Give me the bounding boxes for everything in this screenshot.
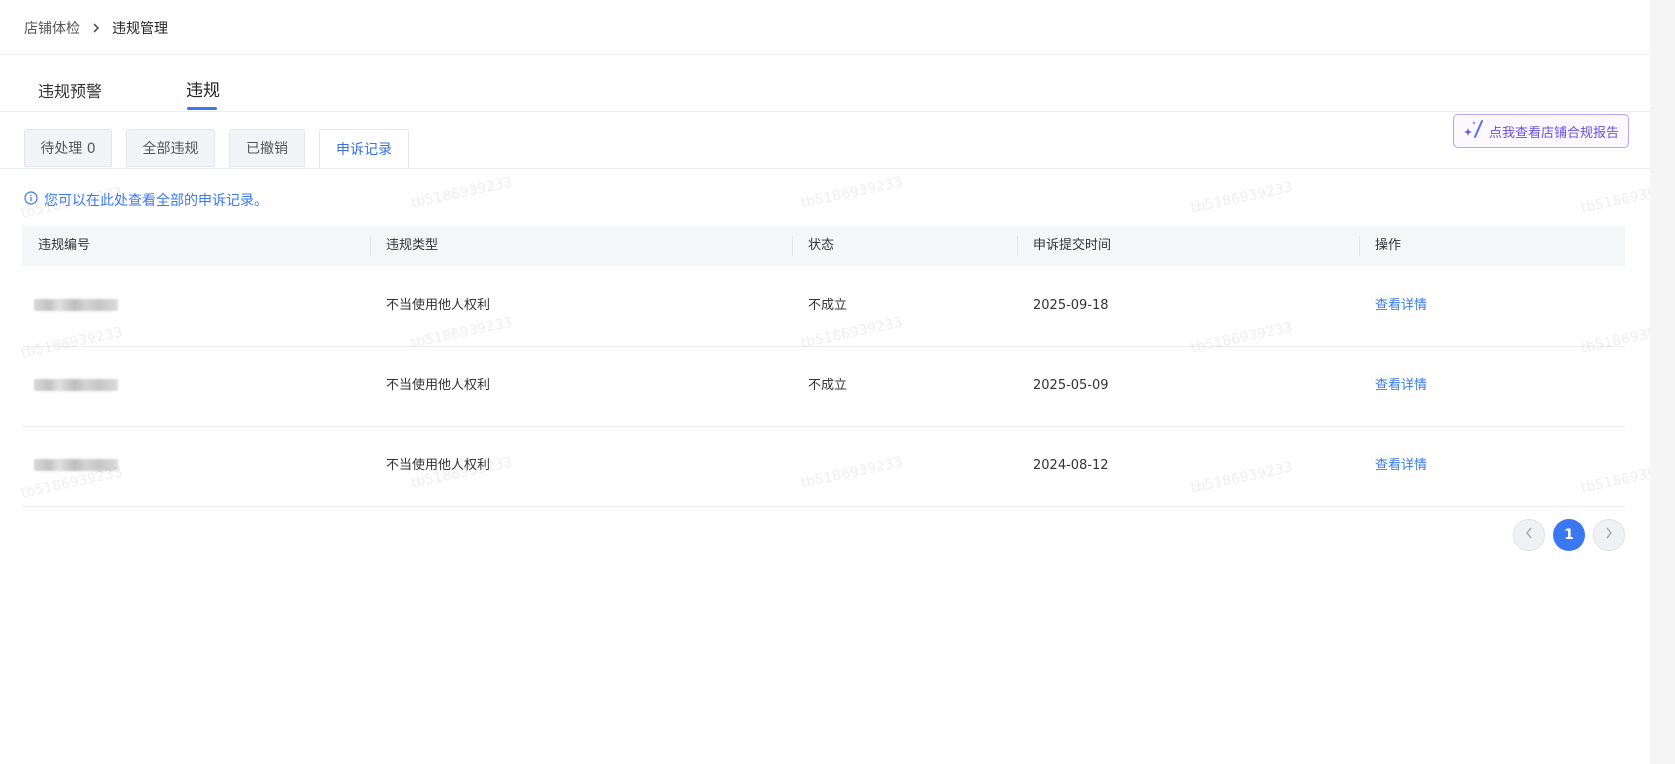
- info-notice: 您可以在此处查看全部的申诉记录。: [24, 190, 268, 210]
- violation-type: 不当使用他人权利: [386, 458, 491, 473]
- column-header-status: 状态: [808, 238, 835, 253]
- sparkle-icon: [1463, 119, 1485, 143]
- submit-time: 2024-08-12: [1033, 458, 1109, 473]
- tab-violation[interactable]: 违规: [186, 76, 220, 101]
- tab-active-indicator: [187, 107, 217, 110]
- page: 店铺体检 违规管理 违规预警 违规 待处理 0 全部违规 已撤销 申诉记录 点我…: [0, 0, 1675, 764]
- violation-status: 不成立: [808, 378, 848, 393]
- info-icon: [24, 191, 38, 209]
- table-row: 不当使用他人权利 不成立 2025-05-09 查看详情: [22, 346, 1625, 427]
- tabs-divider: [0, 111, 1650, 112]
- header-divider: [0, 54, 1650, 55]
- violation-type: 不当使用他人权利: [386, 378, 491, 393]
- view-details-link[interactable]: 查看详情: [1375, 346, 1427, 426]
- submit-time: 2025-09-18: [1033, 298, 1109, 313]
- submit-time: 2025-05-09: [1033, 378, 1109, 393]
- watermark: tb5186939233: [409, 174, 514, 212]
- watermark: tb5186939233: [1189, 179, 1294, 217]
- view-details-link[interactable]: 查看详情: [1375, 426, 1427, 506]
- chevron-right-icon: [92, 23, 100, 33]
- vertical-scrollbar-track[interactable]: [1650, 0, 1675, 764]
- table-row: 不当使用他人权利 不成立 2025-09-18 查看详情: [22, 266, 1625, 347]
- pagination-prev-button[interactable]: [1513, 519, 1545, 551]
- info-notice-text: 您可以在此处查看全部的申诉记录。: [44, 193, 268, 209]
- column-divider: [792, 236, 793, 256]
- column-header-violation-type: 违规类型: [386, 238, 439, 253]
- breadcrumb: 店铺体检 违规管理: [24, 16, 168, 40]
- violation-id-redacted: [34, 299, 118, 311]
- violation-status: 不成立: [808, 298, 848, 313]
- column-header-submit-time: 申诉提交时间: [1033, 238, 1112, 253]
- breadcrumb-current: 违规管理: [112, 21, 168, 37]
- violation-id-redacted: [34, 459, 118, 471]
- subtab-appeal-records[interactable]: 申诉记录: [319, 129, 409, 169]
- compliance-report-label: 点我查看店铺合规报告: [1488, 125, 1619, 141]
- column-header-action: 操作: [1375, 238, 1402, 253]
- compliance-report-button[interactable]: 点我查看店铺合规报告: [1453, 114, 1629, 148]
- breadcrumb-root[interactable]: 店铺体检: [24, 18, 80, 38]
- column-divider: [1017, 236, 1018, 256]
- chevron-left-icon: [1525, 527, 1533, 543]
- violation-id-redacted: [34, 379, 118, 391]
- watermark: tb5186939233: [799, 174, 904, 212]
- column-divider: [370, 236, 371, 256]
- tab-violation-warning[interactable]: 违规预警: [38, 78, 102, 102]
- subtab-revoked[interactable]: 已撤销: [229, 129, 305, 167]
- view-details-link[interactable]: 查看详情: [1375, 266, 1427, 346]
- violation-type: 不当使用他人权利: [386, 298, 491, 313]
- subtab-all-violations[interactable]: 全部违规: [126, 129, 215, 167]
- pagination-next-button[interactable]: [1593, 519, 1625, 551]
- subtabs-divider: [0, 168, 1650, 169]
- chevron-right-icon: [1605, 527, 1613, 543]
- table-row: 不当使用他人权利 2024-08-12 查看详情: [22, 426, 1625, 507]
- column-header-violation-id: 违规编号: [38, 238, 91, 253]
- column-divider: [1359, 236, 1360, 256]
- table-header: 违规编号 违规类型 状态 申诉提交时间 操作: [22, 226, 1625, 266]
- pagination-page-1[interactable]: 1: [1553, 519, 1585, 551]
- subtab-pending[interactable]: 待处理 0: [24, 129, 112, 167]
